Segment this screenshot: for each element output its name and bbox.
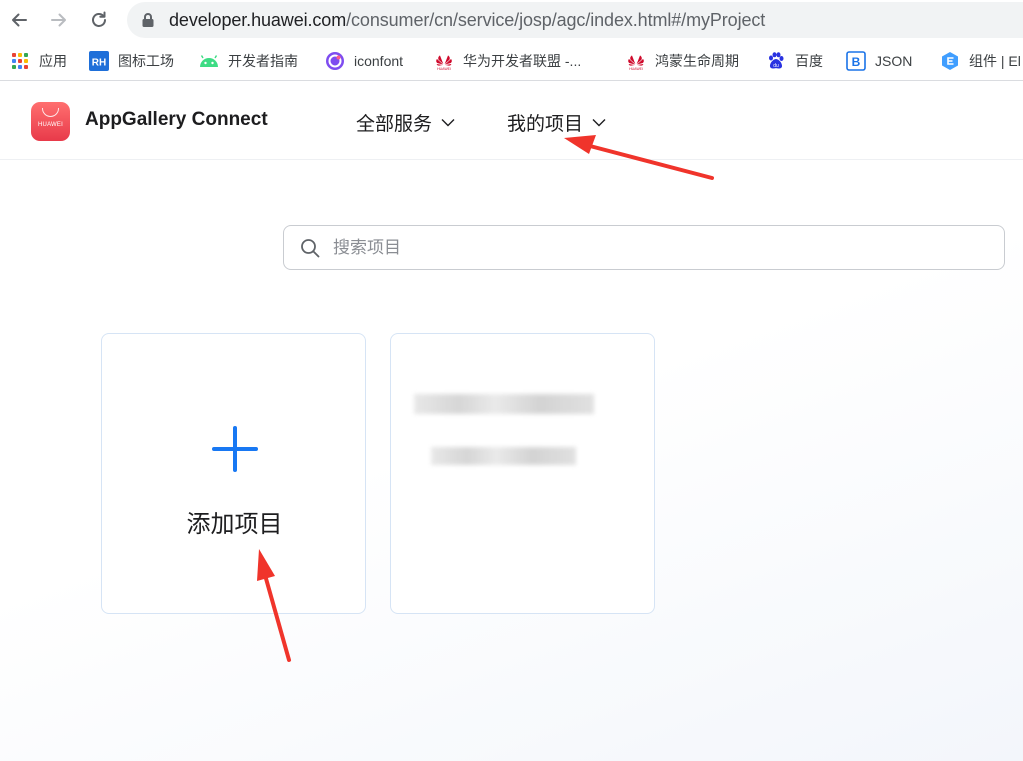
element-icon <box>940 51 960 71</box>
lock-icon <box>142 13 154 27</box>
bookmark-harmony-lifecycle[interactable]: HUAWEI 鸿蒙生命周期 <box>626 50 739 72</box>
bookmark-iconfont[interactable]: iconfont <box>325 50 403 72</box>
chevron-down-icon <box>441 119 455 127</box>
bookmark-apps[interactable]: 应用 <box>10 50 67 72</box>
address-bar[interactable]: developer.huawei.com/consumer/cn/service… <box>127 2 1023 38</box>
bookmark-element-ui[interactable]: 组件 | El <box>940 50 1021 72</box>
redacted-project-info <box>431 447 576 465</box>
bookmark-dev-guide[interactable]: 开发者指南 <box>199 50 298 72</box>
svg-text:RH: RH <box>92 58 106 69</box>
bookmark-icon-factory[interactable]: RH 图标工场 <box>89 50 174 72</box>
add-project-card[interactable]: 添加项目 <box>101 333 366 614</box>
huawei-icon: HUAWEI <box>434 51 454 71</box>
reload-icon[interactable] <box>87 8 111 32</box>
plus-icon <box>212 426 258 472</box>
project-card[interactable] <box>390 333 655 614</box>
url-path: /consumer/cn/service/josp/agc/index.html… <box>346 10 766 30</box>
svg-text:HUAWEI: HUAWEI <box>437 67 451 70</box>
bookmark-label: 应用 <box>39 53 67 69</box>
nav-my-projects[interactable]: 我的项目 <box>507 109 606 136</box>
huawei-appgallery-logo[interactable]: HUAWEI <box>31 102 70 141</box>
apps-grid-icon <box>10 51 30 71</box>
project-search-box[interactable] <box>283 225 1005 270</box>
project-list-area: 添加项目 <box>0 160 1023 761</box>
bookmark-label: 鸿蒙生命周期 <box>655 53 739 69</box>
bookmark-label: 图标工场 <box>118 53 174 69</box>
bookmark-label: 华为开发者联盟 -... <box>463 53 582 69</box>
app-header: HUAWEI AppGallery Connect 全部服务 我的项目 <box>0 82 1023 160</box>
project-search-input[interactable] <box>333 235 973 261</box>
huawei-icon: HUAWEI <box>626 51 646 71</box>
url-host: developer.huawei.com <box>169 10 347 30</box>
url-text: developer.huawei.com/consumer/cn/service… <box>169 10 765 30</box>
browser-toolbar: developer.huawei.com/consumer/cn/service… <box>0 0 1023 41</box>
bookmark-label: JSON <box>875 53 913 69</box>
nav-my-projects-label: 我的项目 <box>507 114 584 135</box>
svg-text:du: du <box>773 63 779 69</box>
rh-icon: RH <box>89 51 109 71</box>
logo-text: HUAWEI <box>38 122 63 128</box>
back-arrow-icon[interactable] <box>7 8 31 32</box>
redacted-project-name <box>414 394 594 414</box>
bookmarks-bar: 应用 RH 图标工场 开发者指南 iconfont HUAWEI 华为开发者联盟… <box>0 41 1023 81</box>
bookmark-label: 百度 <box>795 53 823 69</box>
bookmark-json[interactable]: B JSON <box>846 50 912 72</box>
bookmark-baidu[interactable]: du 百度 <box>766 50 823 72</box>
json-icon: B <box>846 51 866 71</box>
baidu-paw-icon: du <box>766 51 786 71</box>
bookmark-label: 组件 | El <box>969 53 1021 69</box>
add-project-label: 添加项目 <box>186 511 283 538</box>
bookmark-label: iconfont <box>354 53 404 69</box>
nav-all-services-label: 全部服务 <box>356 114 433 135</box>
svg-text:B: B <box>852 55 861 69</box>
svg-text:HUAWEI: HUAWEI <box>629 67 643 70</box>
bookmark-label: 开发者指南 <box>228 53 298 69</box>
app-title[interactable]: AppGallery Connect <box>85 109 268 131</box>
bookmark-huawei-dev[interactable]: HUAWEI 华为开发者联盟 -... <box>434 50 581 72</box>
iconfont-icon <box>325 51 345 71</box>
android-icon <box>199 51 219 71</box>
chevron-down-icon <box>592 119 606 127</box>
nav-all-services[interactable]: 全部服务 <box>356 109 455 136</box>
search-icon <box>301 239 320 258</box>
forward-arrow-icon[interactable] <box>47 8 71 32</box>
